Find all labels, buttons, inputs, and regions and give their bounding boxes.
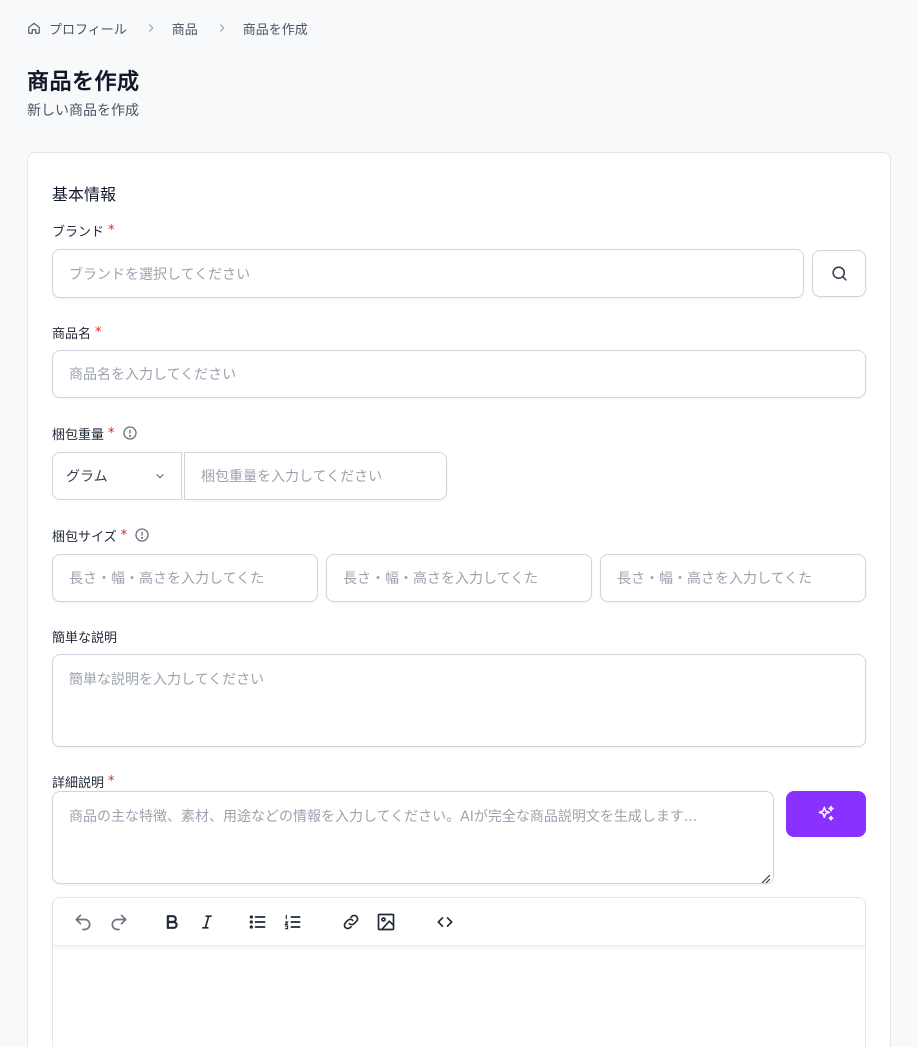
short-description-label: 簡単な説明 bbox=[52, 627, 118, 646]
page-subtitle: 新しい商品を作成 bbox=[27, 103, 139, 119]
product-name-label: 商品名 * bbox=[52, 323, 102, 342]
code-icon[interactable] bbox=[435, 912, 455, 932]
chevron-down-icon bbox=[153, 469, 167, 483]
detail-description-label-text: 詳細説明 bbox=[52, 775, 105, 791]
breadcrumb: プロフィール 商品 商品を作成 bbox=[27, 18, 308, 38]
package-size-placeholder: 長さ・幅・高さを入力してくた bbox=[69, 571, 265, 587]
package-weight-placeholder: 梱包重量を入力してください bbox=[201, 469, 383, 485]
italic-icon[interactable] bbox=[197, 912, 217, 932]
required-mark: * bbox=[108, 773, 115, 789]
product-name-placeholder: 商品名を入力してください bbox=[69, 367, 237, 383]
info-icon[interactable] bbox=[134, 527, 150, 543]
editor-toolbar bbox=[53, 898, 865, 946]
home-icon bbox=[27, 21, 41, 35]
brand-select-input[interactable]: ブランドを選択してください bbox=[52, 249, 804, 298]
package-width-input[interactable]: 長さ・幅・高さを入力してくた bbox=[326, 554, 592, 602]
package-size-placeholder: 長さ・幅・高さを入力してくた bbox=[343, 571, 539, 587]
package-height-input[interactable]: 長さ・幅・高さを入力してくた bbox=[600, 554, 866, 602]
numbered-list-icon[interactable] bbox=[283, 912, 303, 932]
brand-label: ブランド * bbox=[52, 221, 115, 240]
weight-unit-select[interactable]: グラム bbox=[52, 452, 182, 500]
package-weight-input[interactable]: 梱包重量を入力してください bbox=[184, 452, 447, 500]
package-weight-label: 梱包重量 * bbox=[52, 424, 138, 443]
product-name-input[interactable]: 商品名を入力してください bbox=[52, 350, 866, 398]
required-mark: * bbox=[95, 324, 102, 340]
weight-unit-value: グラム bbox=[66, 469, 108, 485]
product-name-label-text: 商品名 bbox=[52, 326, 92, 342]
package-weight-label-text: 梱包重量 bbox=[52, 427, 105, 443]
brand-search-button[interactable] bbox=[812, 250, 866, 297]
detail-description-placeholder: 商品の主な特徴、素材、用途などの情報を入力してください。AIが完全な商品説明文を… bbox=[69, 809, 698, 825]
package-size-label: 梱包サイズ * bbox=[52, 526, 150, 545]
package-size-placeholder: 長さ・幅・高さを入力してくた bbox=[617, 571, 813, 587]
brand-placeholder: ブランドを選択してください bbox=[69, 266, 251, 283]
breadcrumb-item-current: 商品を作成 bbox=[242, 22, 308, 38]
required-mark: * bbox=[108, 222, 115, 238]
page-title: 商品を作成 bbox=[27, 70, 140, 95]
basic-info-card: 基本情報 ブランド * ブランドを選択してください 商品名 * 商品名を入力して… bbox=[27, 152, 891, 1047]
redo-icon[interactable] bbox=[109, 912, 129, 932]
rich-text-editor bbox=[52, 897, 866, 1047]
image-icon[interactable] bbox=[376, 912, 396, 932]
required-mark: * bbox=[120, 527, 128, 543]
sparkles-icon bbox=[816, 804, 836, 824]
link-icon[interactable] bbox=[341, 912, 361, 932]
chevron-right-icon bbox=[144, 21, 158, 35]
editor-content-area[interactable] bbox=[53, 946, 865, 1047]
package-length-input[interactable]: 長さ・幅・高さを入力してくた bbox=[52, 554, 318, 602]
bullet-list-icon[interactable] bbox=[248, 912, 268, 932]
breadcrumb-item-products[interactable]: 商品 bbox=[172, 19, 198, 38]
breadcrumb-item-profile[interactable]: プロフィール bbox=[27, 19, 127, 38]
chevron-right-icon bbox=[215, 21, 229, 35]
info-icon[interactable] bbox=[122, 425, 138, 441]
breadcrumb-label-profile: プロフィール bbox=[49, 22, 127, 38]
detail-description-textarea[interactable]: 商品の主な特徴、素材、用途などの情報を入力してください。AIが完全な商品説明文を… bbox=[52, 791, 774, 884]
bold-icon[interactable] bbox=[162, 912, 182, 932]
resize-handle-icon[interactable] bbox=[759, 869, 771, 883]
search-icon bbox=[830, 264, 849, 283]
section-title: 基本情報 bbox=[52, 185, 117, 204]
short-description-textarea[interactable]: 簡単な説明を入力してください bbox=[52, 654, 866, 747]
short-description-label-text: 簡単な説明 bbox=[52, 630, 118, 646]
undo-icon[interactable] bbox=[73, 912, 93, 932]
package-size-label-text: 梱包サイズ bbox=[52, 529, 117, 545]
brand-label-text: ブランド bbox=[52, 224, 105, 240]
required-mark: * bbox=[108, 425, 115, 441]
short-description-placeholder: 簡単な説明を入力してください bbox=[69, 672, 265, 688]
ai-generate-button[interactable] bbox=[786, 791, 866, 837]
detail-description-label: 詳細説明 * bbox=[52, 772, 115, 791]
